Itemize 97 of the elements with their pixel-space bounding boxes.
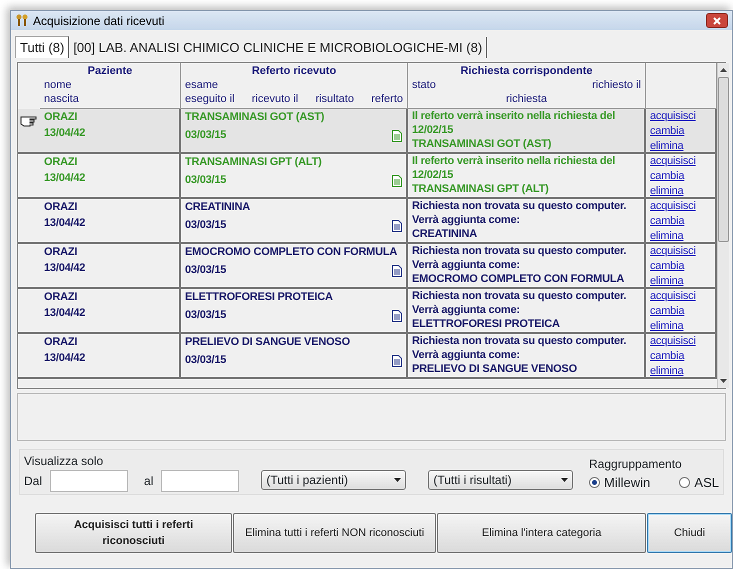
status-text: Richiesta non trovata su questo computer. Verrà aggiunta come: <box>412 289 628 317</box>
document-icon[interactable] <box>392 265 402 277</box>
request-name: TRANSAMINASI GOT (AST) <box>412 137 552 151</box>
action-link[interactable]: elimina <box>650 229 711 242</box>
column-header: referto <box>371 92 403 106</box>
document-icon[interactable] <box>392 355 402 367</box>
exam-name: ELETTROFORESI PROTEICA <box>185 290 334 304</box>
column-header: ricevuto il <box>252 92 298 106</box>
patient-name: ORAZI <box>44 245 78 259</box>
action-button[interactable]: Elimina l'intera categoria <box>437 513 646 553</box>
tab[interactable]: [00] LAB. ANALISI CHIMICO CLINICHE E MICROBIOLOGICHE-MI (8) <box>69 37 488 58</box>
birth-date: 13/04/42 <box>44 261 86 275</box>
scroll-bar[interactable] <box>717 63 729 388</box>
status-text: Richiesta non trovata su questo computer. Verrà aggiunta come: <box>412 244 628 272</box>
radio-label: Millewin <box>604 474 650 492</box>
request-name: TRANSAMINASI GPT (ALT) <box>412 182 550 196</box>
action-link[interactable]: elimina <box>650 184 711 197</box>
exam-name: EMOCROMO COMPLETO CON FORMULA <box>185 245 398 259</box>
action-link[interactable]: cambia <box>650 259 711 274</box>
radio-button[interactable] <box>589 476 600 488</box>
patient-name: ORAZI <box>44 110 78 124</box>
status-text: Il referto verrà inserito nella richiesta del 12/02/15 <box>412 109 616 137</box>
exam-date: 03/03/15 <box>185 353 226 367</box>
radio-label: ASL <box>694 474 719 492</box>
action-link[interactable]: acquisisci <box>650 199 711 214</box>
action-link[interactable]: acquisisci <box>650 334 711 349</box>
action-link[interactable]: cambia <box>650 124 711 139</box>
action-link[interactable]: elimina <box>650 139 711 152</box>
group-title: Raggruppamento <box>589 456 683 472</box>
action-link[interactable]: cambia <box>650 349 711 364</box>
action-link[interactable]: cambia <box>650 304 711 319</box>
document-icon[interactable] <box>392 310 402 322</box>
patient-name: ORAZI <box>44 290 78 304</box>
column-header: esame <box>185 78 218 92</box>
dropdown-arrow-icon <box>561 478 568 482</box>
status-text: Richiesta non trovata su questo computer. Verrà aggiunta come: <box>412 334 628 362</box>
status-text: Richiesta non trovata su questo computer. Verrà aggiunta come: <box>412 199 628 227</box>
column-header: eseguito il <box>185 92 235 106</box>
action-link[interactable]: acquisisci <box>650 289 711 304</box>
field-label: Dal <box>24 473 42 490</box>
patient-name: ORAZI <box>44 335 78 349</box>
filter-title: Visualizza solo <box>24 453 104 470</box>
action-link[interactable]: acquisisci <box>650 154 711 169</box>
column-header: richiesta <box>506 93 547 105</box>
patient-dropdown[interactable]: (Tutti i pazienti) <box>261 470 406 490</box>
status-text: Il referto verrà inserito nella richiesta del 12/02/15 <box>412 154 616 182</box>
exam-date: 03/03/15 <box>185 173 226 187</box>
exam-date: 03/03/15 <box>185 218 226 232</box>
action-link[interactable]: acquisisci <box>650 109 711 124</box>
request-name: CREATININA <box>412 227 478 241</box>
birth-date: 13/04/42 <box>44 171 86 185</box>
action-button[interactable]: Acquisisci tutti i referti riconosciuti <box>35 513 232 553</box>
patient-name: ORAZI <box>44 155 78 169</box>
request-name: ELETTROFORESI PROTEICA <box>412 317 561 331</box>
date-to-field[interactable] <box>161 470 240 492</box>
window-title: Acquisizione dati ricevuti <box>33 12 164 30</box>
action-link[interactable]: cambia <box>650 169 711 184</box>
column-group-header: Referto ricevuto <box>250 64 338 78</box>
birth-date: 13/04/42 <box>44 126 86 140</box>
dropdown-arrow-icon <box>394 478 402 482</box>
patient-name: ORAZI <box>44 200 78 214</box>
column-group-header: Paziente <box>86 64 134 78</box>
column-header: nome <box>44 78 72 92</box>
action-link[interactable]: elimina <box>650 364 711 377</box>
request-name: PRELIEVO DI SANGUE VENOSO <box>412 362 578 376</box>
action-link[interactable]: elimina <box>650 319 711 332</box>
action-link[interactable]: elimina <box>650 274 711 287</box>
birth-date: 13/04/42 <box>44 351 86 365</box>
close-button[interactable] <box>706 13 728 28</box>
birth-date: 13/04/42 <box>44 216 86 230</box>
exam-date: 03/03/15 <box>185 128 226 142</box>
exam-name: PRELIEVO DI SANGUE VENOSO <box>185 335 351 349</box>
birth-date: 13/04/42 <box>44 306 86 320</box>
column-header: risultato <box>315 92 354 106</box>
radio-button[interactable] <box>679 476 690 488</box>
action-button[interactable]: Chiudi <box>647 513 732 553</box>
exam-name: TRANSAMINASI GOT (AST) <box>185 110 326 124</box>
close-icon <box>713 16 721 24</box>
result-dropdown[interactable]: (Tutti i risultati) <box>428 470 574 490</box>
document-icon[interactable] <box>392 220 402 232</box>
column-group-header: Richiesta corrispondente <box>459 64 594 78</box>
request-name: EMOCROMO COMPLETO CON FORMULA <box>412 272 626 286</box>
exam-date: 03/03/15 <box>185 263 226 277</box>
exam-name: CREATININA <box>185 200 252 214</box>
scroll-thumb[interactable] <box>718 77 729 242</box>
column-header: stato <box>412 78 436 92</box>
tab[interactable]: Tutti (8) <box>15 36 70 58</box>
exam-date: 03/03/15 <box>185 308 226 322</box>
action-link[interactable]: cambia <box>650 214 711 229</box>
date-from-field[interactable] <box>50 470 128 492</box>
exam-name: TRANSAMINASI GPT (ALT) <box>185 155 323 169</box>
column-header: nascita <box>44 92 79 106</box>
action-button[interactable]: Elimina tutti i referti NON riconosciuti <box>233 513 436 553</box>
keys-icon <box>15 14 29 27</box>
action-link[interactable]: acquisisci <box>650 244 711 259</box>
column-header: richiesto il <box>592 78 641 92</box>
field-label: al <box>144 473 154 490</box>
